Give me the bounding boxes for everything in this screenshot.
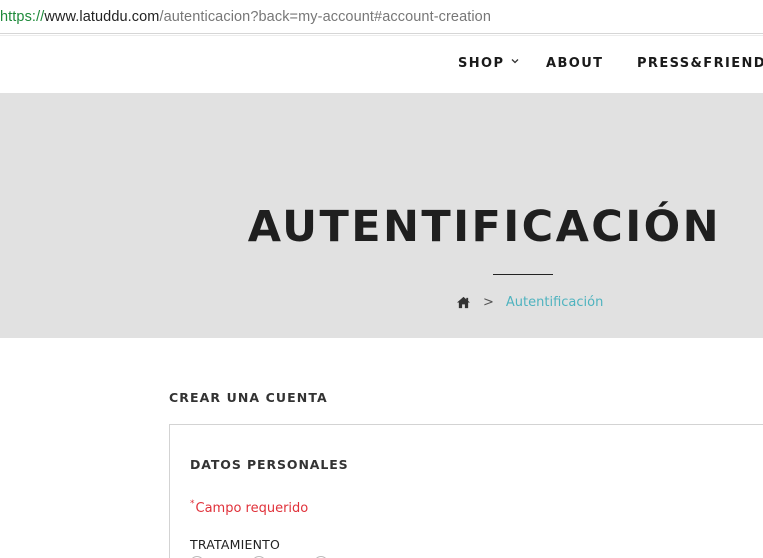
nav-item-about[interactable]: ABOUT	[546, 56, 603, 71]
chevron-down-icon	[511, 59, 519, 64]
breadcrumb-separator: >	[483, 294, 494, 310]
breadcrumb: > Autentificación	[456, 293, 603, 311]
required-text: Campo requerido	[195, 501, 309, 516]
title-field-label: TRATAMIENTO	[190, 537, 281, 552]
nav-item-press-friends[interactable]: PRESS&FRIENDS	[637, 56, 763, 71]
home-icon[interactable]	[456, 296, 471, 309]
url-scheme: https://	[0, 9, 45, 25]
personal-data-panel: DATOS PERSONALES *Campo requerido TRATAM…	[169, 424, 763, 558]
page-header-banner: AUTENTIFICACIÓN > Autentificación	[0, 93, 763, 338]
nav-item-label: PRESS&FRIENDS	[637, 56, 763, 71]
title-divider	[493, 274, 553, 275]
required-star: *	[190, 499, 195, 509]
required-field-note: *Campo requerido	[190, 499, 308, 516]
main-navigation: SHOP ABOUT PRESS&FRIENDS	[0, 35, 763, 93]
nav-item-shop[interactable]: SHOP	[458, 56, 520, 71]
url-text[interactable]: https://www.latuddu.com/autenticacion?ba…	[0, 9, 491, 25]
page-title: AUTENTIFICACIÓN	[247, 202, 721, 252]
personal-data-heading: DATOS PERSONALES	[190, 457, 349, 472]
create-account-heading: CREAR UNA CUENTA	[169, 390, 328, 405]
nav-item-label: SHOP	[458, 56, 505, 71]
url-path: /autenticacion?back=my-account#account-c…	[159, 9, 492, 25]
breadcrumb-current: Autentificación	[505, 294, 604, 310]
url-host: www.latuddu.com	[44, 9, 160, 25]
browser-address-bar[interactable]: https://www.latuddu.com/autenticacion?ba…	[0, 0, 763, 34]
nav-item-label: ABOUT	[546, 56, 604, 71]
